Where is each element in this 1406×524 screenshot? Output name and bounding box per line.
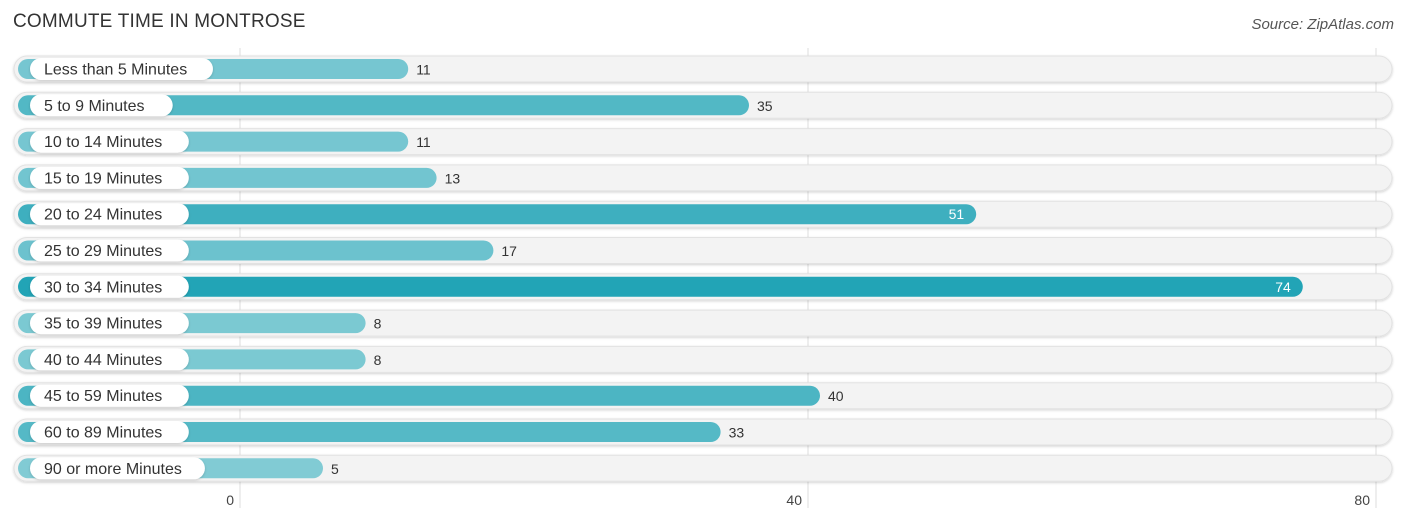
value-label: 8: [374, 352, 382, 368]
value-label: 13: [445, 170, 461, 186]
category-label: 30 to 34 Minutes: [44, 279, 162, 296]
bar-row: 60 to 89 Minutes 33: [13, 418, 1393, 446]
value-label: 51: [949, 206, 965, 222]
category-label: 25 to 29 Minutes: [44, 243, 162, 260]
bar-row: 30 to 34 Minutes 74: [13, 273, 1393, 301]
category-label: Less than 5 Minutes: [44, 62, 187, 79]
bar-row: 25 to 29 Minutes 17: [13, 237, 1393, 264]
category-label: 15 to 19 Minutes: [44, 170, 162, 187]
x-tick-label: 40: [786, 492, 802, 508]
value-label: 40: [828, 388, 844, 404]
x-tick-label: 0: [226, 492, 234, 508]
category-label: 35 to 39 Minutes: [44, 316, 162, 333]
bar-row: Less than 5 Minutes 11: [13, 55, 1393, 83]
bar-row: 35 to 39 Minutes 8: [13, 309, 1393, 337]
value-label: 35: [757, 98, 773, 114]
bar-row: 20 to 24 Minutes 51: [13, 200, 1393, 228]
category-label: 45 to 59 Minutes: [44, 388, 162, 405]
category-label: 20 to 24 Minutes: [44, 207, 162, 224]
value-label: 11: [416, 134, 431, 150]
bar-row: 90 or more Minutes 5: [13, 454, 1393, 482]
bar-rows: Less than 5 Minutes 11 5 to 9 Minutes 35 10 …: [13, 55, 1393, 482]
category-label: 60 to 89 Minutes: [44, 425, 162, 442]
bar-row: 10 to 14 Minutes 11: [13, 128, 1393, 156]
value-label: 11: [416, 62, 431, 78]
category-label: 10 to 14 Minutes: [44, 134, 162, 151]
x-tick-label: 80: [1354, 492, 1370, 508]
bar-row: 45 to 59 Minutes 40: [13, 382, 1393, 410]
category-label: 5 to 9 Minutes: [44, 98, 145, 115]
x-axis-ticks: 0 40 80: [226, 492, 1370, 508]
value-label: 74: [1275, 279, 1291, 295]
value-label: 17: [501, 243, 517, 259]
bar-chart: Less than 5 Minutes 11 5 to 9 Minutes 35 10 …: [13, 48, 1393, 508]
bar-row: 15 to 19 Minutes 13: [13, 164, 1393, 192]
value-label: 8: [374, 316, 382, 332]
value-label: 33: [729, 425, 745, 441]
category-label: 90 or more Minutes: [44, 461, 182, 478]
bar-row: 5 to 9 Minutes 35: [13, 91, 1393, 119]
bar[interactable]: [18, 276, 1303, 297]
bar-row: 40 to 44 Minutes 8: [13, 345, 1393, 373]
category-label: 40 to 44 Minutes: [44, 352, 162, 369]
value-label: 5: [331, 461, 339, 477]
